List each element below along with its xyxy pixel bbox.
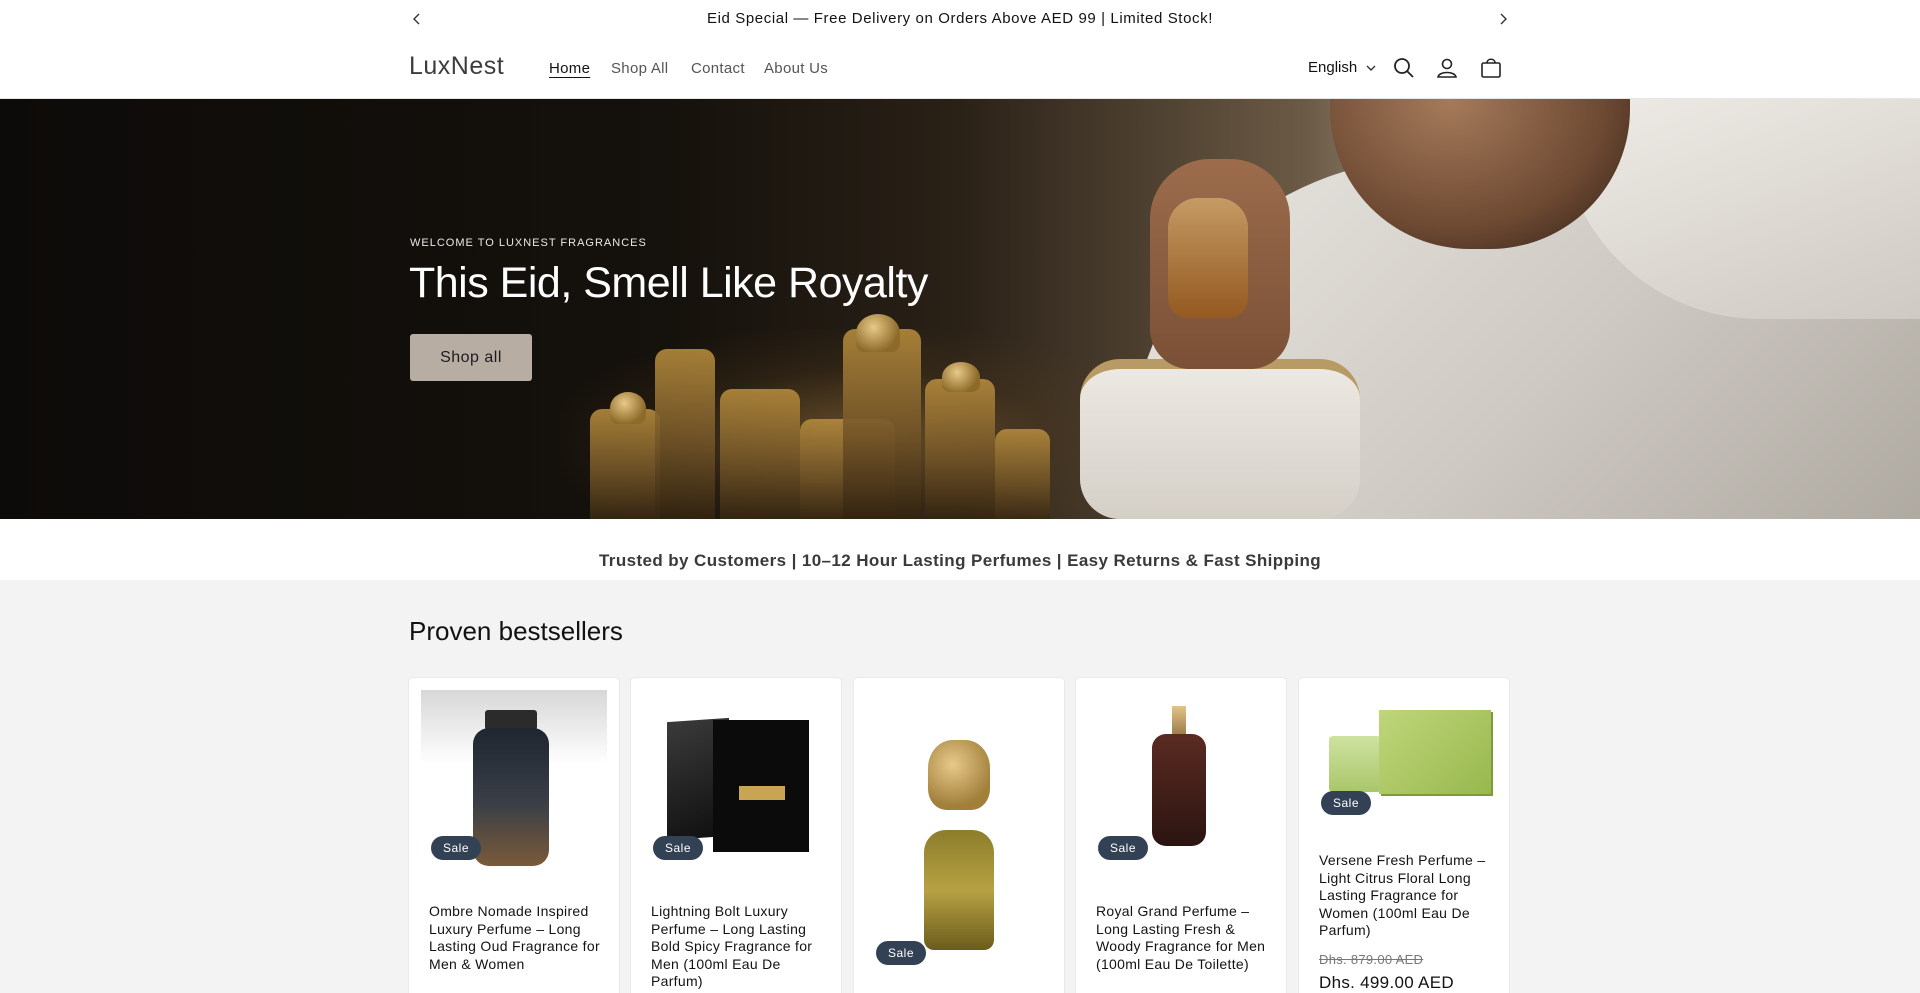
bottle-body-shape bbox=[1329, 736, 1381, 792]
language-selector[interactable]: English bbox=[1308, 59, 1377, 76]
sale-badge: Sale bbox=[431, 836, 482, 860]
hero-bottle-image bbox=[590, 409, 660, 519]
bottle-body-shape bbox=[924, 830, 994, 950]
nav-home[interactable]: Home bbox=[549, 60, 590, 77]
sale-badge: Sale bbox=[653, 836, 704, 860]
nav-contact[interactable]: Contact bbox=[691, 60, 745, 77]
product-card[interactable]: Sale Royal Grand Perfume – Long Lasting … bbox=[1076, 678, 1286, 993]
hero-bottle-cap bbox=[856, 314, 900, 352]
trust-text: Trusted by Customers | 10–12 Hour Lastin… bbox=[598, 551, 1322, 570]
product-title[interactable]: Versene Fresh Perfume – Light Citrus Flo… bbox=[1319, 852, 1494, 940]
product-title[interactable]: Ombre Nomade Inspired Luxury Perfume – L… bbox=[429, 903, 604, 973]
logo[interactable]: LuxNest bbox=[409, 52, 504, 81]
nav-about-us[interactable]: About Us bbox=[764, 60, 828, 77]
hero-banner: WELCOME TO LUXNEST FRAGRANCES This Eid, … bbox=[0, 99, 1920, 519]
bottle-body-shape bbox=[473, 728, 549, 866]
bottle-body-shape bbox=[1152, 734, 1206, 846]
sale-badge: Sale bbox=[1321, 791, 1372, 815]
announcement-bar: Eid Special — Free Delivery on Orders Ab… bbox=[0, 0, 1920, 37]
hero-model-cuff bbox=[1080, 359, 1360, 519]
stag-head-shape bbox=[928, 740, 990, 810]
bottle-cap-shape bbox=[485, 710, 537, 730]
hero-bottle-image bbox=[925, 379, 995, 519]
hero-bottle-image bbox=[655, 349, 715, 519]
regular-price: Dhs. 879.00 AED bbox=[1319, 952, 1424, 967]
hero-subtitle: WELCOME TO LUXNEST FRAGRANCES bbox=[410, 237, 647, 249]
language-label: English bbox=[1308, 59, 1358, 76]
product-title[interactable]: Lightning Bolt Luxury Perfume – Long Las… bbox=[651, 903, 826, 991]
product-card[interactable]: Sale bbox=[854, 678, 1064, 993]
search-icon[interactable] bbox=[1391, 55, 1417, 81]
product-card[interactable]: Sale Ombre Nomade Inspired Luxury Perfum… bbox=[409, 678, 619, 993]
section-title: Proven bestsellers bbox=[409, 616, 623, 646]
sale-badge: Sale bbox=[876, 941, 927, 965]
announcement-text: Eid Special — Free Delivery on Orders Ab… bbox=[707, 10, 1213, 27]
chevron-down-icon bbox=[1361, 59, 1377, 76]
hero-glass-image bbox=[1168, 198, 1248, 318]
sale-price: Dhs. 499.00 AED bbox=[1319, 973, 1454, 992]
product-image[interactable] bbox=[866, 690, 1052, 980]
hero-title: This Eid, Smell Like Royalty bbox=[409, 259, 928, 307]
sale-badge: Sale bbox=[1098, 836, 1149, 860]
cart-icon[interactable] bbox=[1478, 55, 1504, 81]
site-header: LuxNest Home Shop All Contact About Us E… bbox=[0, 37, 1920, 99]
hero-bottle-image bbox=[720, 389, 800, 519]
hero-bottle-image bbox=[843, 329, 921, 519]
box-shape bbox=[1379, 710, 1491, 794]
account-icon[interactable] bbox=[1434, 55, 1460, 81]
product-card[interactable]: Sale Versene Fresh Perfume – Light Citru… bbox=[1299, 678, 1509, 993]
shop-all-button[interactable]: Shop all bbox=[410, 334, 532, 381]
box-label-shape bbox=[739, 786, 785, 800]
chevron-right-icon[interactable] bbox=[1493, 9, 1513, 29]
hero-bottle-image bbox=[995, 429, 1050, 519]
trust-bar: Trusted by Customers | 10–12 Hour Lastin… bbox=[0, 519, 1920, 580]
product-card[interactable]: Sale Lightning Bolt Luxury Perfume – Lon… bbox=[631, 678, 841, 993]
hero-bottle-cap bbox=[610, 392, 646, 424]
bottle-cap-shape bbox=[1172, 706, 1186, 736]
nav-shop-all[interactable]: Shop All bbox=[611, 60, 668, 77]
product-title[interactable]: Royal Grand Perfume – Long Lasting Fresh… bbox=[1096, 903, 1271, 973]
hero-bottle-cap bbox=[942, 362, 980, 392]
